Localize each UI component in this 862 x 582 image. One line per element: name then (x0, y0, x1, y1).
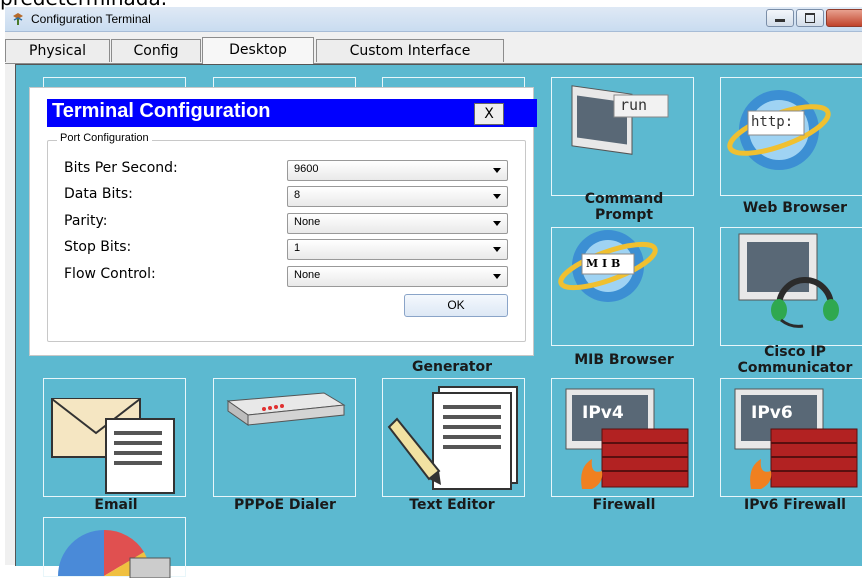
web-browser-label: Web Browser (742, 200, 848, 216)
cisco-ip-communicator-tile[interactable] (720, 227, 862, 346)
mib-browser-tile[interactable]: M I B (551, 227, 694, 346)
headset-monitor-icon (738, 233, 839, 328)
minimize-button[interactable] (766, 9, 794, 27)
stop-bits-select[interactable]: 1 (287, 239, 508, 260)
port-configuration-legend: Port Configuration (57, 132, 152, 144)
bits-per-second-select[interactable]: 9600 (287, 160, 508, 181)
mib-browser-label: MIB Browser (574, 352, 674, 368)
maximize-button[interactable] (796, 9, 824, 27)
text-editor-icon (387, 386, 518, 490)
command-prompt-badge: run (620, 96, 648, 114)
dialog-titlebar: Terminal Configuration (47, 99, 537, 127)
flow-control-label: Flow Control: (64, 266, 156, 282)
window-title: Configuration Terminal (31, 12, 151, 26)
bits-per-second-label: Bits Per Second: (64, 160, 178, 176)
data-bits-value: 8 (294, 189, 301, 201)
chevron-down-icon (493, 168, 501, 173)
flow-control-select[interactable]: None (287, 266, 508, 287)
firewall-badge: IPv4 (582, 403, 624, 423)
tab-desktop[interactable]: Desktop (202, 37, 314, 64)
data-bits-label: Data Bits: (64, 186, 133, 202)
web-browser-tile[interactable]: http: (720, 77, 862, 196)
modem-icon (226, 392, 346, 426)
command-prompt-label-line2: Prompt (594, 207, 654, 223)
packet-tracer-app-icon (13, 13, 23, 25)
cisco-ip-label-line1: Cisco IP (764, 344, 826, 360)
tab-bar: Physical Config Desktop Custom Interface (5, 37, 862, 64)
parity-select[interactable]: None (287, 213, 508, 234)
command-prompt-label: Command Prompt (544, 191, 704, 223)
text-editor-tile[interactable] (382, 378, 525, 497)
firewall-icon (565, 388, 689, 489)
ipv6-firewall-label: IPv6 Firewall (744, 497, 846, 513)
email-label: Email (94, 497, 138, 513)
pppoe-dialer-tile[interactable] (213, 378, 356, 497)
ipv6-firewall-tile[interactable]: IPv6 (720, 378, 862, 497)
email-tile[interactable] (43, 378, 186, 497)
firewall-tile[interactable]: IPv4 (551, 378, 694, 497)
web-browser-badge: http: (751, 114, 794, 130)
firewall-label: Firewall (592, 497, 656, 513)
chevron-down-icon (493, 221, 501, 226)
text-editor-label: Text Editor (409, 497, 495, 513)
bits-per-second-value: 9600 (294, 163, 319, 175)
web-browser-icon (727, 90, 831, 170)
command-prompt-label-line1: Command (584, 191, 664, 207)
stop-bits-value: 1 (294, 242, 301, 254)
mib-browser-badge: M I B (586, 257, 621, 270)
pie-chart-icon (58, 529, 171, 579)
dialog-title: Terminal Configuration (52, 100, 271, 122)
pppoe-dialer-label: PPPoE Dialer (234, 497, 336, 513)
pie-chart-app-tile[interactable] (43, 517, 186, 579)
minimize-icon (775, 19, 785, 22)
flow-control-value: None (294, 269, 321, 281)
close-window-button[interactable] (826, 9, 862, 27)
tab-config[interactable]: Config (111, 39, 201, 62)
maximize-icon (805, 13, 815, 23)
chevron-down-icon (493, 274, 501, 279)
mib-browser-icon (558, 230, 658, 302)
parity-value: None (294, 216, 321, 228)
email-icon (51, 398, 175, 494)
cisco-ip-label-line2: Communicator (737, 360, 853, 376)
traffic-generator-label: Generator (411, 359, 492, 375)
terminal-configuration-dialog: Terminal Configuration X Port Configurat… (30, 88, 537, 355)
tab-physical[interactable]: Physical (5, 39, 110, 62)
tab-custom-interface[interactable]: Custom Interface (316, 39, 504, 62)
ipv6-firewall-icon (734, 388, 858, 489)
ipv6-firewall-badge: IPv6 (751, 403, 793, 423)
chevron-down-icon (493, 194, 501, 199)
ok-button[interactable]: OK (404, 294, 508, 317)
dialog-close-button[interactable]: X (474, 103, 504, 125)
data-bits-select[interactable]: 8 (287, 186, 508, 207)
chevron-down-icon (493, 247, 501, 252)
parity-label: Parity: (64, 213, 108, 229)
stop-bits-label: Stop Bits: (64, 239, 132, 255)
cisco-ip-communicator-label: Cisco IP Communicator (715, 344, 862, 376)
window-titlebar: Configuration Terminal (5, 7, 862, 32)
command-prompt-tile[interactable]: run (551, 77, 694, 196)
